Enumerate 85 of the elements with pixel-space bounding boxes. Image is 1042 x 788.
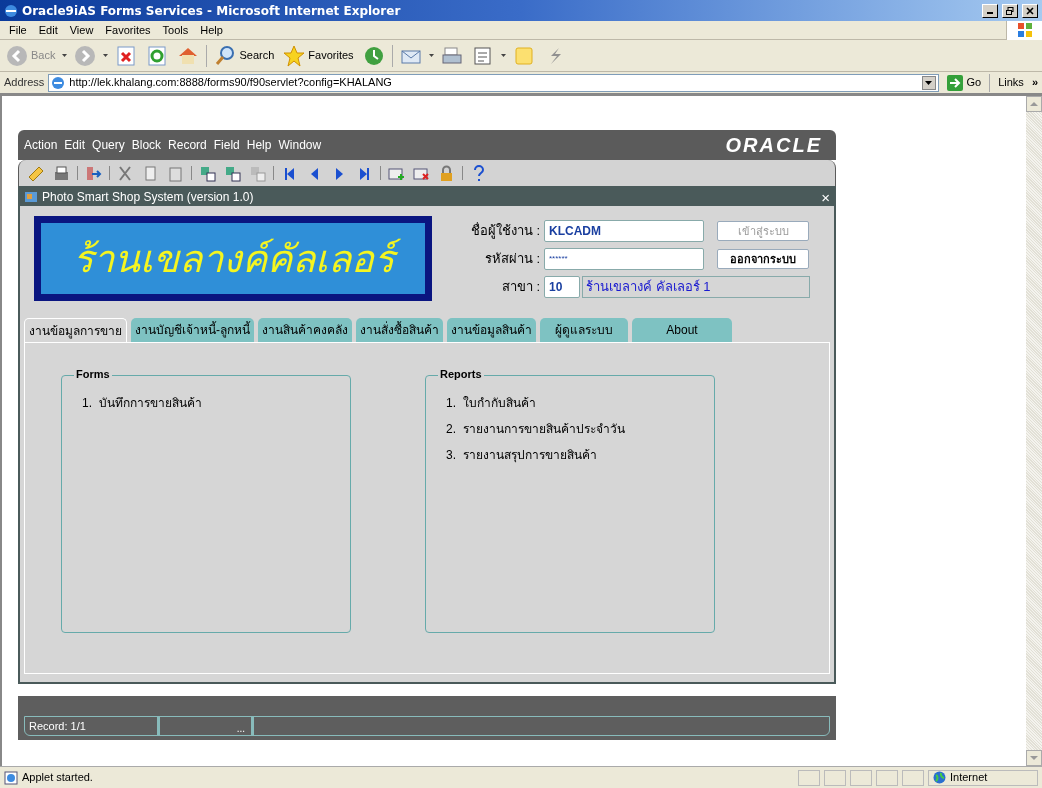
print-icon [440,44,463,67]
search-icon [214,44,237,67]
field-label: ชื่อผู้ใช้งาน : [469,221,541,241]
status-text: Applet started. [22,770,94,786]
scroll-up-icon[interactable] [1026,96,1042,112]
close-button[interactable] [1022,3,1038,18]
edit-icon [471,44,494,67]
tab[interactable]: งานข้อมูลการขาย [24,318,127,342]
status-pane [850,769,872,786]
minimize-button[interactable] [982,3,998,18]
tab[interactable]: งานข้อมูลสินค้า [447,318,536,342]
tab[interactable]: งานสั่งซื้อสินค้า [356,318,443,342]
group-title: Reports [438,369,484,380]
arrow-icon [946,74,963,91]
favorites-icon [283,44,306,67]
menu-item[interactable]: Help [246,136,272,154]
status-pane [798,769,820,786]
input-field[interactable]: 10 [544,276,580,298]
menu-entry[interactable]: 3. รายงานสรุปการขายสินค้า [446,446,714,464]
status-pane [902,769,924,786]
status-pane [876,769,898,786]
input-field[interactable]: KLCADM [544,220,704,242]
menu-item[interactable]: Action [24,136,58,154]
search-button[interactable]: Search [212,42,277,69]
menu-item[interactable]: Window [278,136,322,154]
minimize-icon [987,12,993,14]
menu-item[interactable]: Block [131,136,162,154]
menu-item[interactable]: Edit [64,136,86,154]
chevron-button[interactable]: » [1031,74,1038,91]
dropdown-arrow-icon[interactable] [428,54,434,57]
menu-item[interactable]: View [64,21,99,39]
address-field[interactable]: http://lek.khalang.com:8888/forms90/f90servlet?config=KHALANG [48,73,939,92]
menu-entry[interactable]: 1. บันทึกการขายสินค้า [82,394,350,412]
dropdown-arrow-icon[interactable] [62,54,68,57]
field-label: สาขา : [500,278,541,297]
restore-icon [1006,6,1014,15]
refresh-icon [146,44,169,67]
status-pane [824,769,846,786]
logo-text: ร้านเขลางค์คัลเลอร์ [64,226,402,291]
address-label: Address [4,75,45,91]
links-label[interactable]: Links [994,74,1028,91]
menu-item[interactable]: File [4,21,32,39]
app-icon [24,190,38,204]
menu-item[interactable]: Help [195,21,228,39]
menu-item[interactable]: Field [213,136,240,154]
go-button[interactable]: Go [942,74,986,91]
globe-icon [933,771,946,784]
oracle-logo: ORACLE [725,133,823,158]
menu-item[interactable]: Favorites [100,21,156,39]
tab[interactable]: งานบัญชีเจ้าหนี้-ลูกหนี้ [131,318,254,342]
menu-item[interactable]: Record [168,136,207,154]
note-icon [512,44,535,67]
scroll-down-icon[interactable] [1026,750,1042,766]
restore-button[interactable] [1002,3,1018,18]
status-text: Record: 1/1 [28,718,87,734]
close-icon [1026,6,1034,15]
menu-item[interactable]: Tools [157,21,194,39]
scrollbar[interactable] [1026,96,1042,766]
password-field[interactable]: ****** [544,248,704,270]
tab[interactable]: ผู้ดูแลระบบ [540,318,628,342]
dropdown-arrow-icon[interactable] [500,54,506,57]
tab[interactable]: งานสินค้าคงคลัง [258,318,352,342]
print-icon[interactable] [52,163,71,183]
form-title: Photo Smart Shop System (version 1.0) [42,189,255,206]
menu-entry[interactable]: 2. รายงานการขายสินค้าประจำวัน [446,420,714,438]
menu-item[interactable]: Query [92,136,125,154]
dropdown-button[interactable] [921,75,936,90]
window-title: Oracle9iAS Forms Services - Microsoft Internet Explorer [22,2,402,20]
favorites-button[interactable]: Favorites [281,42,356,69]
forward-icon [74,44,97,67]
menu-entry[interactable]: 1. ใบกำกับสินค้า [446,394,714,412]
stop-icon [115,44,138,67]
dropdown-arrow-icon[interactable] [103,54,109,57]
dropdown-arrow-icon [925,80,932,85]
field-label: รหัสผ่าน : [483,250,541,269]
status-text: ... [236,722,245,736]
zone-label: Internet [950,770,988,786]
menu-item[interactable]: Edit [33,21,63,39]
history-icon [362,44,385,67]
display-field: ร้านเขลางค์ คัลเลอร์ 1 [582,276,810,298]
button[interactable]: ออกจากระบบ [717,249,809,269]
back-icon [6,44,28,67]
group-title: Forms [74,369,112,380]
tab[interactable]: About [632,318,732,342]
close-button[interactable]: × [821,189,830,205]
